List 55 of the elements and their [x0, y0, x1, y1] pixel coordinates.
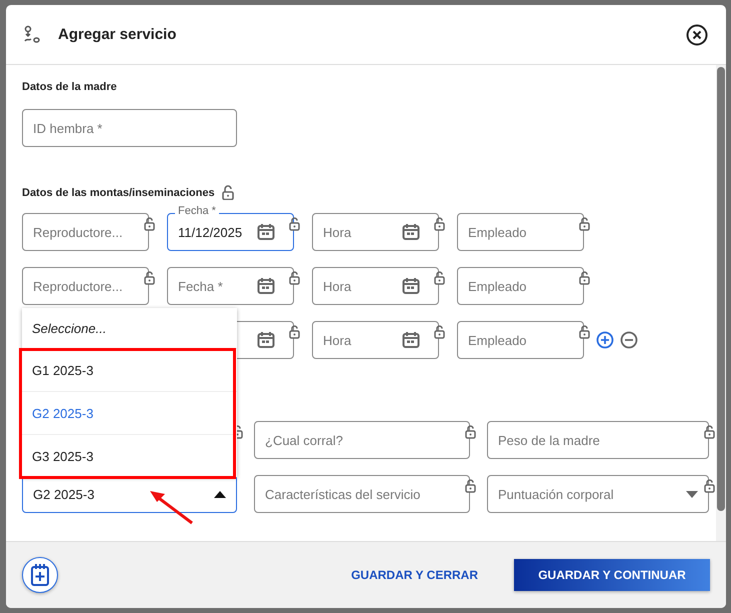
padlock-icon[interactable] — [465, 479, 476, 493]
padlock-icon[interactable] — [434, 271, 445, 285]
calendar-icon[interactable] — [402, 331, 420, 349]
input-field[interactable]: Empleado — [457, 321, 584, 359]
add-icon[interactable] — [596, 331, 614, 349]
calendar-icon[interactable] — [257, 223, 275, 241]
arrow — [148, 488, 196, 526]
save-continue-button[interactable]: GUARDAR Y CONTINUAR — [514, 559, 710, 591]
caret-down-icon[interactable] — [686, 490, 698, 498]
input-field[interactable]: Peso de la madre — [487, 421, 709, 459]
padlock-icon[interactable] — [144, 271, 155, 285]
caret-up-icon[interactable] — [214, 490, 226, 498]
padlock-icon[interactable] — [579, 271, 590, 285]
padlock-icon[interactable] — [704, 479, 715, 493]
dialog-title: Agregar servicio — [58, 26, 178, 43]
input-field[interactable]: Fecha * — [167, 267, 294, 305]
menu-item[interactable]: Seleccione... — [22, 308, 237, 348]
section-title: Datos de las montas/inseminaciones — [22, 186, 215, 198]
input-field[interactable]: Empleado — [457, 267, 584, 305]
input-field[interactable]: ¿Cual corral? — [254, 421, 470, 459]
input-field[interactable]: Reproductore... — [22, 267, 149, 305]
padlock-icon[interactable] — [289, 271, 300, 285]
padlock-icon[interactable] — [289, 217, 300, 231]
close-icon[interactable] — [686, 24, 708, 46]
input-field[interactable]: Empleado — [457, 213, 584, 251]
input-field[interactable]: 11/12/2025 — [167, 213, 294, 251]
save-close-button[interactable]: GUARDAR Y CERRAR — [345, 567, 484, 583]
padlock-icon[interactable] — [434, 217, 445, 231]
menu-item[interactable]: G3 2025-3 — [22, 434, 237, 477]
padlock-icon[interactable] — [434, 325, 445, 339]
input-field[interactable]: Reproductore... — [22, 213, 149, 251]
padlock-icon[interactable] — [704, 425, 715, 439]
padlock-icon[interactable] — [222, 185, 234, 200]
padlock-icon[interactable] — [465, 425, 476, 439]
add-note-button[interactable] — [22, 557, 58, 593]
padlock-icon[interactable] — [144, 217, 155, 231]
padlock-icon[interactable] — [579, 217, 590, 231]
calendar-icon[interactable] — [402, 223, 420, 241]
padlock-icon[interactable] — [579, 325, 590, 339]
input-field[interactable]: Características del servicio — [254, 475, 470, 513]
menu-item[interactable]: G1 2025-3 — [22, 348, 237, 391]
calendar-icon[interactable] — [257, 277, 275, 295]
calendar-icon[interactable] — [257, 331, 275, 349]
calendar-icon[interactable] — [402, 277, 420, 295]
padlock-icon[interactable] — [289, 325, 300, 339]
scrollbar-thumb[interactable] — [717, 67, 725, 511]
section-title: Datos de la madre — [22, 81, 118, 93]
input-field[interactable]: Hora — [312, 213, 439, 251]
menu-item[interactable]: G2 2025-3 — [22, 391, 237, 434]
calendar-plus-icon — [30, 563, 50, 587]
input-field[interactable]: Hora — [312, 321, 439, 359]
id-field[interactable]: ID hembra * — [22, 109, 237, 147]
remove-icon[interactable] — [620, 331, 638, 349]
input-field[interactable]: Puntuación corporal — [487, 475, 709, 513]
input-field[interactable]: Hora — [312, 267, 439, 305]
